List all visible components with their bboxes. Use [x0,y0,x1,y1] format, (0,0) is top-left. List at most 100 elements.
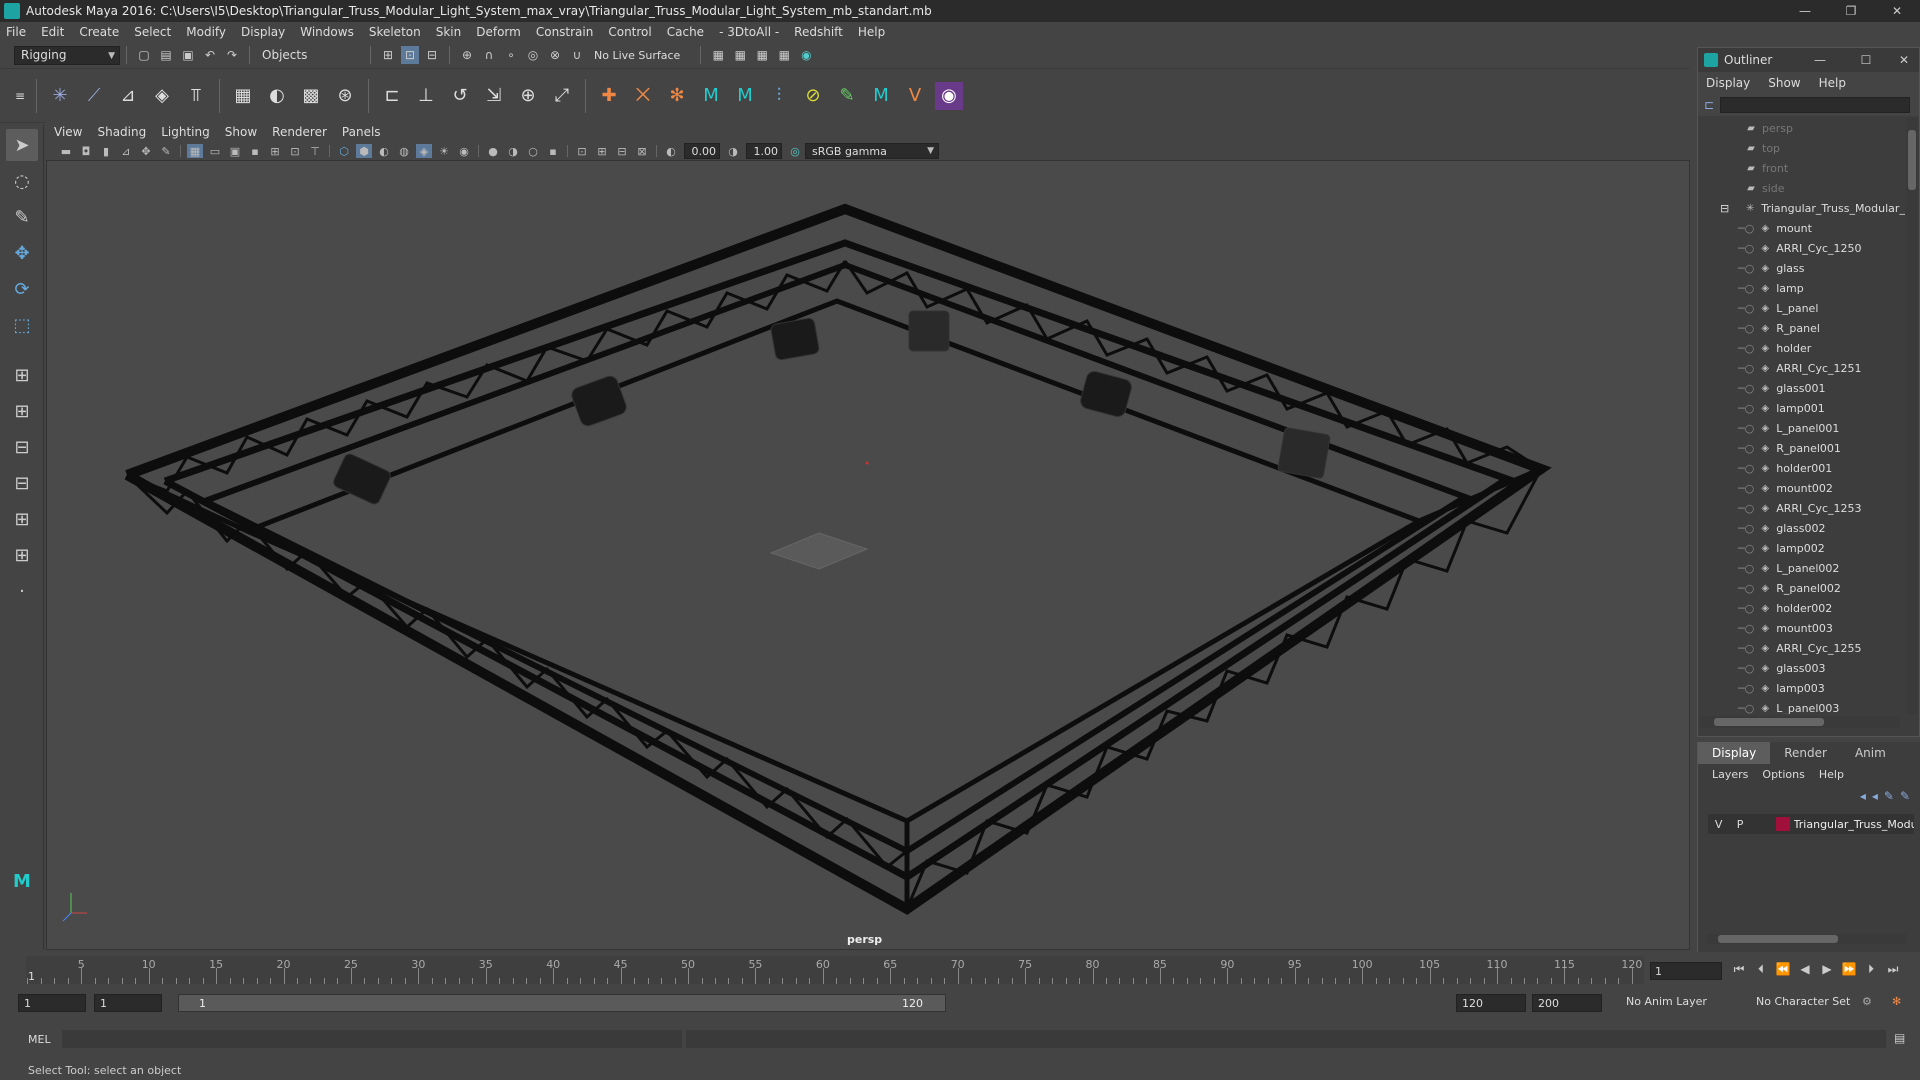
2d-pan-icon[interactable]: ✥ [138,144,154,158]
select-by-component-icon[interactable]: ⊟ [423,46,441,64]
time-slider-track[interactable]: 1 5 10 15 20 25 30 35 40 45 50 55 60 65 70 75 80 85 90 95 1… [26,956,1644,984]
outliner-item[interactable]: ─○ ◈ ARRI_Cyc_1255 [1700,638,1905,658]
outliner-item[interactable]: ─○ ◈ holder [1700,338,1905,358]
locator-icon[interactable]: ✚ [595,82,623,110]
menu-skin[interactable]: Skin [436,25,462,39]
wireframe-on-shaded-icon[interactable]: ◐ [376,144,392,158]
shader-ball-icon[interactable]: ◉ [935,81,963,110]
render-view-icon[interactable]: ▦ [731,46,749,64]
tab-render[interactable]: Render [1770,742,1841,764]
new-scene-icon[interactable]: ▢ [135,46,153,64]
undo-icon[interactable]: ↶ [201,46,219,64]
layer-playback-toggle[interactable]: P [1729,818,1750,831]
menu-constrain[interactable]: Constrain [536,25,594,39]
new-layer-icon[interactable]: ✎ [1884,789,1894,803]
v-tool-icon[interactable]: V [901,82,929,110]
close-button[interactable]: ✕ [1874,0,1920,22]
safe-title-icon[interactable]: ⊤ [307,144,323,158]
move-layer-down-icon[interactable]: ◂ [1872,789,1878,803]
anim-layer-dropdown[interactable]: No Anim Layer [1626,995,1707,1008]
hypershade-layout-icon[interactable]: ⊞ [6,503,38,535]
script-language-label[interactable]: MEL [28,1033,51,1046]
outliner-item[interactable]: ▰ persp [1700,118,1905,138]
outliner-search-input[interactable] [1720,97,1911,113]
move-tool-icon[interactable]: ✥ [6,237,38,269]
command-input[interactable] [62,1030,682,1048]
layer-menu-layers[interactable]: Layers [1712,768,1748,781]
rotate-tool-icon[interactable]: ⟳ [6,273,38,305]
menu-create[interactable]: Create [79,25,119,39]
outliner-item[interactable]: ▰ front [1700,158,1905,178]
menu-file[interactable]: File [6,25,26,39]
outliner-item[interactable]: ─○ ◈ L_panel [1700,298,1905,318]
maya-m-icon[interactable]: M [697,82,725,110]
new-layer-selected-icon[interactable]: ✎ [1900,789,1910,803]
snap-point-icon[interactable]: ∘ [502,46,520,64]
outliner-menu-display[interactable]: Display [1706,76,1750,90]
go-to-end-icon[interactable]: ⏭ [1882,962,1904,977]
outliner-item[interactable]: ─○ ◈ L_panel002 [1700,558,1905,578]
step-forward-icon[interactable]: ⏵ [1860,962,1882,977]
menu-skeleton[interactable]: Skeleton [369,25,421,39]
minimize-button[interactable]: — [1782,0,1828,22]
outliner-minimize-button[interactable]: — [1797,53,1843,67]
color-space-dropdown[interactable]: sRGB gamma ▼ [805,143,939,159]
motion-blur-icon[interactable]: ● [485,144,501,158]
layer-row[interactable]: V P Triangular_Truss_Modu [1708,814,1914,834]
parent-constraint-icon[interactable]: ⊏ [378,82,406,110]
xray-icon[interactable]: ⊡ [574,144,590,158]
wireframe-icon[interactable]: ⬡ [336,144,352,158]
xray-active-icon[interactable]: ⊟ [614,144,630,158]
resolution-gate-icon[interactable]: ▣ [227,144,243,158]
step-forward-key-icon[interactable]: ⏩ [1838,962,1860,977]
snap-curve-icon[interactable]: ∩ [480,46,498,64]
maya-m2-icon[interactable]: M [731,82,759,110]
outliner-item[interactable]: ─○ ◈ L_panel003 [1700,698,1905,715]
outliner-menu-show[interactable]: Show [1768,76,1800,90]
lasso-tool-icon[interactable]: ◌ [6,165,38,197]
exposure-icon[interactable]: ◐ [663,144,679,158]
viewport-menu-show[interactable]: Show [225,125,257,139]
quick-rig-icon[interactable]: ⊘ [799,82,827,110]
gate-mask-icon[interactable]: ▪ [247,144,263,158]
shadows-icon[interactable]: ☀ [436,144,452,158]
outliner-item[interactable]: ─○ ◈ ARRI_Cyc_1251 [1700,358,1905,378]
menu-set-dropdown[interactable]: Rigging ▼ [14,45,120,65]
menu-help[interactable]: Help [858,25,885,39]
outliner-item[interactable]: ⊟ ✳ Triangular_Truss_Modular_ [1700,198,1905,218]
point-constraint-icon[interactable]: ⊥ [412,82,440,110]
outliner-item[interactable]: ─○ ◈ ARRI_Cyc_1250 [1700,238,1905,258]
outliner-item[interactable]: ─○ ◈ holder001 [1700,458,1905,478]
hik-icon[interactable]: M [867,82,895,110]
layer-color-swatch[interactable] [1776,817,1790,831]
preferences-icon[interactable]: ✻ [1892,995,1901,1008]
script-editor-icon[interactable]: ▤ [1894,1031,1905,1045]
camera-select-icon[interactable]: ▬ [58,144,74,158]
menu-redshift[interactable]: Redshift [794,25,843,39]
cluster-icon[interactable]: ⊛ [331,82,359,110]
range-bar[interactable]: 1 120 [178,994,946,1012]
orient-joint-icon[interactable]: ⫪ [182,82,210,110]
live-surface-label[interactable]: No Live Surface [594,49,680,62]
outliner-item[interactable]: ─○ ◈ mount [1700,218,1905,238]
menu-deform[interactable]: Deform [476,25,521,39]
snap-grid-icon[interactable]: ⊕ [458,46,476,64]
select-by-object-icon[interactable]: ⊡ [401,46,419,64]
outliner-menu-help[interactable]: Help [1819,76,1846,90]
viewport-menu-renderer[interactable]: Renderer [272,125,327,139]
outliner-item[interactable]: ─○ ◈ glass001 [1700,378,1905,398]
viewport-menu-view[interactable]: View [54,125,82,139]
menu-select[interactable]: Select [134,25,171,39]
gamma-icon[interactable]: ◑ [725,144,741,158]
viewport-3d[interactable]: persp [46,160,1690,950]
snap-live-icon[interactable]: ⊗ [546,46,564,64]
open-scene-icon[interactable]: ▤ [157,46,175,64]
hypershade-icon[interactable]: ◉ [797,46,815,64]
maximize-button[interactable]: ❐ [1828,0,1874,22]
step-back-icon[interactable]: ⏴ [1750,962,1772,977]
graph-icon[interactable]: ⫶ [765,82,793,110]
paint-weights-icon[interactable]: ◐ [263,82,291,110]
camera-attributes-icon[interactable]: ◘ [78,144,94,158]
tab-anim[interactable]: Anim [1841,742,1900,764]
film-gate-icon[interactable]: ▭ [207,144,223,158]
